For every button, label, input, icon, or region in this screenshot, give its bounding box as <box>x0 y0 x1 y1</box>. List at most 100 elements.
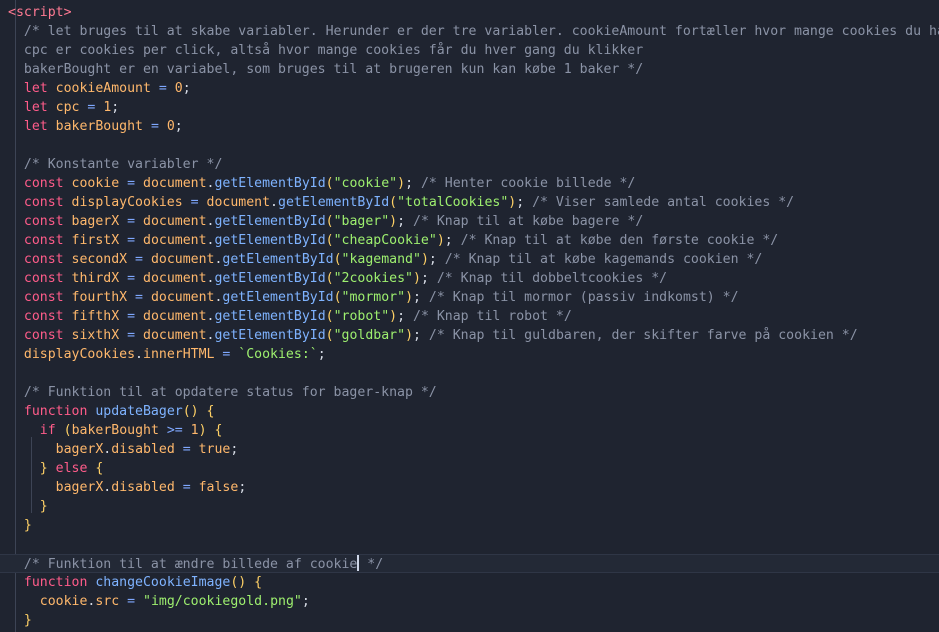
token-function: getElementById <box>222 252 334 267</box>
token-string: "mormor" <box>341 290 406 305</box>
code-line[interactable]: } <box>0 497 939 516</box>
code-line[interactable]: cookie.src = "img/cookiegold.png"; <box>0 592 939 611</box>
token-function: getElementById <box>222 290 334 305</box>
token-brace: ( <box>325 176 334 191</box>
token-variable: disabled <box>111 442 175 457</box>
token-variable: fifthX <box>71 309 120 324</box>
code-line[interactable]: } <box>0 516 939 535</box>
token-string: "totalCookies" <box>397 195 509 210</box>
code-line[interactable]: let bakerBought = 0; <box>0 117 939 136</box>
token-punctuation: = <box>150 81 175 96</box>
code-line[interactable]: if (bakerBought >= 1) { <box>0 421 939 440</box>
token-variable: secondX <box>71 252 128 267</box>
token-variable: cookie <box>71 176 120 191</box>
token-text: . <box>270 195 278 210</box>
token-comment: cpc er cookies per click, altså hvor man… <box>23 43 644 58</box>
code-line[interactable]: bagerX.disabled = true; <box>0 440 939 459</box>
token-function: getElementById <box>278 195 390 210</box>
token-function: getElementById <box>214 328 326 343</box>
token-brace: () { <box>182 404 215 419</box>
token-string: "robot" <box>333 309 390 324</box>
code-line[interactable]: let cpc = 1; <box>0 98 939 117</box>
token-punctuation: = <box>119 176 143 191</box>
token-punctuation: = <box>119 594 144 609</box>
token-variable: document <box>143 309 207 324</box>
code-editor[interactable]: <script> /* let bruges til at skabe vari… <box>0 0 939 632</box>
token-punctuation: = <box>119 309 143 324</box>
code-line[interactable]: const displayCookies = document.getEleme… <box>0 193 939 212</box>
code-line[interactable]: } else { <box>0 459 939 478</box>
token-comment: /* Konstante variabler */ <box>23 157 223 172</box>
code-line[interactable]: <script> <box>0 3 939 22</box>
token-punctuation: = <box>174 442 199 457</box>
code-line[interactable]: bakerBought er en variabel, som bruges t… <box>0 60 939 79</box>
code-line[interactable]: /* let bruges til at skabe variabler. He… <box>0 22 939 41</box>
token-number: false <box>198 480 239 495</box>
code-line[interactable]: const firstX = document.getElementById("… <box>0 231 939 250</box>
token-comment: /* let bruges til at skabe variabler. He… <box>23 24 939 39</box>
token-variable: firstX <box>71 233 120 248</box>
code-line[interactable]: /* Konstante variabler */ <box>0 155 939 174</box>
token-function: getElementById <box>214 214 326 229</box>
token-brace: ( <box>333 290 342 305</box>
token-variable: cpc <box>55 100 80 115</box>
code-line[interactable]: /* Funktion til at opdatere status for b… <box>0 383 939 402</box>
token-function: getElementById <box>214 271 326 286</box>
code-line[interactable]: const cookie = document.getElementById("… <box>0 174 939 193</box>
token-variable: src <box>95 594 120 609</box>
code-line[interactable]: /* Funktion til at ændre billede af cook… <box>0 554 939 573</box>
token-brace: ( <box>333 252 342 267</box>
token-text: ; <box>174 119 183 134</box>
token-brace: ) <box>413 271 421 286</box>
token-brace: ) <box>389 309 398 324</box>
code-line[interactable]: const sixthX = document.getElementById("… <box>0 326 939 345</box>
code-line[interactable]: function changeCookieImage() { <box>0 573 939 592</box>
token-brace: ) { <box>198 423 223 438</box>
code-line[interactable]: cpc er cookies per click, altså hvor man… <box>0 41 939 60</box>
code-line[interactable] <box>0 535 939 554</box>
code-line[interactable]: const secondX = document.getElementById(… <box>0 250 939 269</box>
token-punctuation: >= <box>158 423 191 438</box>
token-keyword: const <box>23 214 72 229</box>
code-line[interactable] <box>0 364 939 383</box>
code-line[interactable]: const thirdX = document.getElementById("… <box>0 269 939 288</box>
token-variable: sixthX <box>71 328 120 343</box>
token-punctuation: = <box>79 100 104 115</box>
token-string: "goldbar" <box>333 328 406 343</box>
token-brace: } <box>23 518 32 533</box>
code-line[interactable] <box>0 136 939 155</box>
code-line[interactable]: const fifthX = document.getElementById("… <box>0 307 939 326</box>
token-text: ; <box>516 195 533 210</box>
token-keyword: let <box>23 100 56 115</box>
code-line[interactable]: } <box>0 611 939 630</box>
token-variable: document <box>150 290 215 305</box>
token-function: updateBager <box>95 404 183 419</box>
token-keyword: function <box>23 575 96 590</box>
code-line[interactable]: const bagerX = document.getElementById("… <box>0 212 939 231</box>
code-line[interactable]: function updateBager() { <box>0 402 939 421</box>
token-variable: bagerX <box>55 480 104 495</box>
code-line[interactable]: let cookieAmount = 0; <box>0 79 939 98</box>
code-line[interactable]: const fourthX = document.getElementById(… <box>0 288 939 307</box>
token-text: ; <box>317 347 326 362</box>
token-variable: cookieAmount <box>55 81 151 96</box>
token-keyword: else <box>55 461 96 476</box>
token-function: getElementById <box>214 176 326 191</box>
token-keyword: const <box>23 271 72 286</box>
code-line[interactable]: bagerX.disabled = false; <box>0 478 939 497</box>
code-line[interactable]: displayCookies.innerHTML = `Cookies:`; <box>0 345 939 364</box>
token-keyword: const <box>23 176 72 191</box>
